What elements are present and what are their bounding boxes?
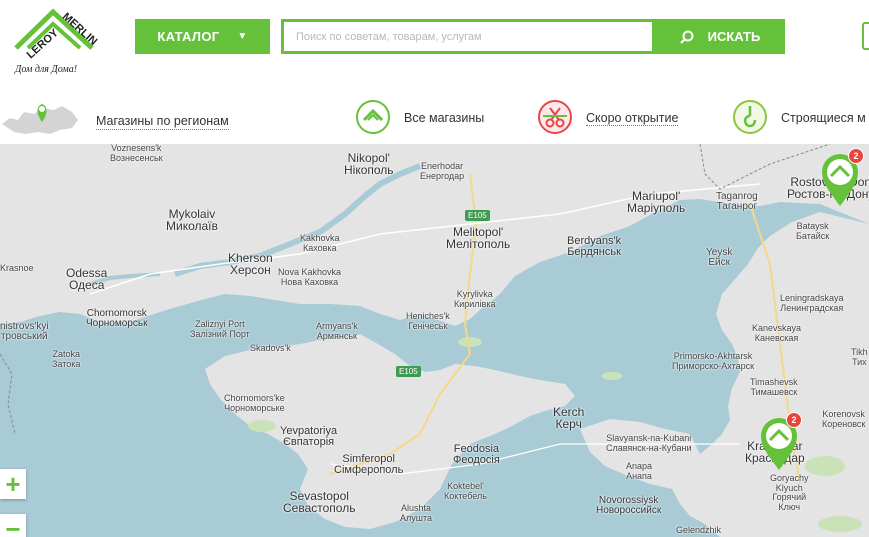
town-label: Taganrog Таганрог bbox=[716, 191, 758, 212]
russia-map-icon[interactable] bbox=[0, 98, 80, 138]
zoom-out-button[interactable]: − bbox=[0, 514, 26, 537]
regions-link[interactable]: Магазины по регионам bbox=[96, 114, 229, 130]
scissors-icon[interactable] bbox=[538, 100, 572, 134]
town-label: Enerhodar Енергодар bbox=[420, 161, 465, 181]
city-label: Mykolaiv Миколаїв bbox=[166, 207, 218, 233]
town-label: Armyans'k Армянськ bbox=[316, 321, 358, 341]
town-label: Tikh Тих bbox=[851, 347, 868, 367]
town-label: Skadovs'k bbox=[250, 343, 291, 353]
town-label: Alushta Алушта bbox=[400, 503, 433, 523]
road-label: E105 bbox=[465, 210, 490, 221]
road-label: E105 bbox=[396, 366, 421, 377]
town-label: Goryachy Klyuch Горячий Ключ bbox=[770, 473, 809, 512]
town-label: Zatoka Затока bbox=[52, 349, 81, 369]
town-label: Gelendzhik bbox=[676, 525, 722, 535]
town-label: Kakhovka Каховка bbox=[300, 233, 340, 253]
zoom-in-button[interactable]: + bbox=[0, 469, 26, 499]
all-stores-link[interactable]: Все магазины bbox=[404, 111, 484, 125]
town-label: Primorsko-Akhtarsk Приморско-Ахтарск bbox=[672, 351, 755, 371]
cart-button[interactable] bbox=[862, 22, 869, 50]
town-label: Slavyansk-na-Kubani Славянск-на-Кубани bbox=[606, 433, 692, 453]
city-label: Odessa Одеса bbox=[66, 266, 108, 292]
city-label: Nikopol' Нікополь bbox=[344, 151, 394, 177]
town-label: Leningradskaya Ленинградская bbox=[780, 293, 844, 313]
store-pin[interactable]: 2 bbox=[820, 148, 864, 208]
town-label: Kanevskaya Каневская bbox=[752, 323, 802, 343]
store-count-badge: 2 bbox=[786, 412, 802, 428]
town-label: Nova Kakhovka Нова Каховка bbox=[278, 267, 342, 287]
all-stores-icon[interactable] bbox=[356, 100, 390, 134]
search-input[interactable] bbox=[284, 22, 652, 51]
town-label: Korenovsk Кореновск bbox=[822, 409, 866, 429]
town-label: Yeysk Ейск bbox=[706, 247, 733, 268]
city-label: Simferopol Сімферополь bbox=[334, 453, 404, 476]
town-label: Timashevsk Тимашевск bbox=[750, 377, 798, 397]
chevron-down-icon: ▼ bbox=[237, 31, 248, 42]
city-label: Berdyans'k Бердянськ bbox=[567, 235, 622, 258]
city-label: Melitopol' Мелітополь bbox=[446, 225, 511, 251]
store-pin[interactable]: 2 bbox=[759, 412, 802, 472]
catalog-label: КАТАЛОГ bbox=[157, 29, 220, 44]
under-construction-link[interactable]: Строящиеся м bbox=[781, 111, 866, 125]
store-count-badge: 2 bbox=[848, 148, 864, 164]
town-label: Koktebel' Коктебель bbox=[444, 481, 487, 501]
town-label: Heniches'k Генічеськ bbox=[406, 311, 450, 331]
city-label: Sevastopol Севастополь bbox=[283, 489, 356, 515]
search-icon bbox=[679, 30, 694, 44]
town-label: Anapa Анапа bbox=[626, 461, 653, 481]
catalog-button[interactable]: КАТАЛОГ ▼ bbox=[135, 19, 270, 54]
search-button[interactable]: ИСКАТЬ bbox=[655, 19, 785, 54]
town-label: Voznesens'k Вознесенськ bbox=[110, 144, 163, 163]
town-label: Chornomors'ke Чорноморське bbox=[224, 393, 285, 413]
city-label: Chornomorsk Чорноморськ bbox=[86, 308, 148, 329]
town-label: Kyrylivka Кирилівка bbox=[454, 289, 496, 309]
town-label: nistrovs'kyi тровський bbox=[0, 321, 49, 342]
store-filters: Магазины по регионам Все магазины Скоро … bbox=[0, 92, 869, 144]
town-label: Zaliznyi Port Залізний Порт bbox=[190, 319, 250, 339]
city-label: Feodosia Феодосія bbox=[453, 443, 500, 466]
crane-hook-icon[interactable] bbox=[733, 100, 767, 134]
opening-soon-link[interactable]: Скоро открытие bbox=[586, 111, 679, 126]
town-label: Bataysk Батайск bbox=[796, 221, 830, 241]
town-label: Krasnoe bbox=[0, 263, 34, 273]
city-label: Kherson Херсон bbox=[228, 251, 273, 277]
city-label: Yevpatoriya Євпаторія bbox=[280, 425, 338, 448]
search-button-label: ИСКАТЬ bbox=[707, 29, 761, 44]
header: LEROY MERLIN Дом для Дома! КАТАЛОГ ▼ ИСК… bbox=[0, 0, 869, 92]
city-label: Kerch Керч bbox=[553, 405, 585, 431]
city-label: Mariupol' Маріуполь bbox=[627, 189, 686, 215]
city-label: Novorossiysk Новороссийск bbox=[596, 495, 662, 516]
leroy-merlin-logo[interactable]: LEROY MERLIN Дом для Дома! bbox=[8, 8, 98, 78]
svg-text:Дом для Дома!: Дом для Дома! bbox=[14, 64, 77, 75]
stores-map[interactable]: E105 E105 Odessa Одеса Mykolaiv Миколаїв K… bbox=[0, 144, 869, 537]
search-bar: ИСКАТЬ bbox=[281, 19, 785, 54]
